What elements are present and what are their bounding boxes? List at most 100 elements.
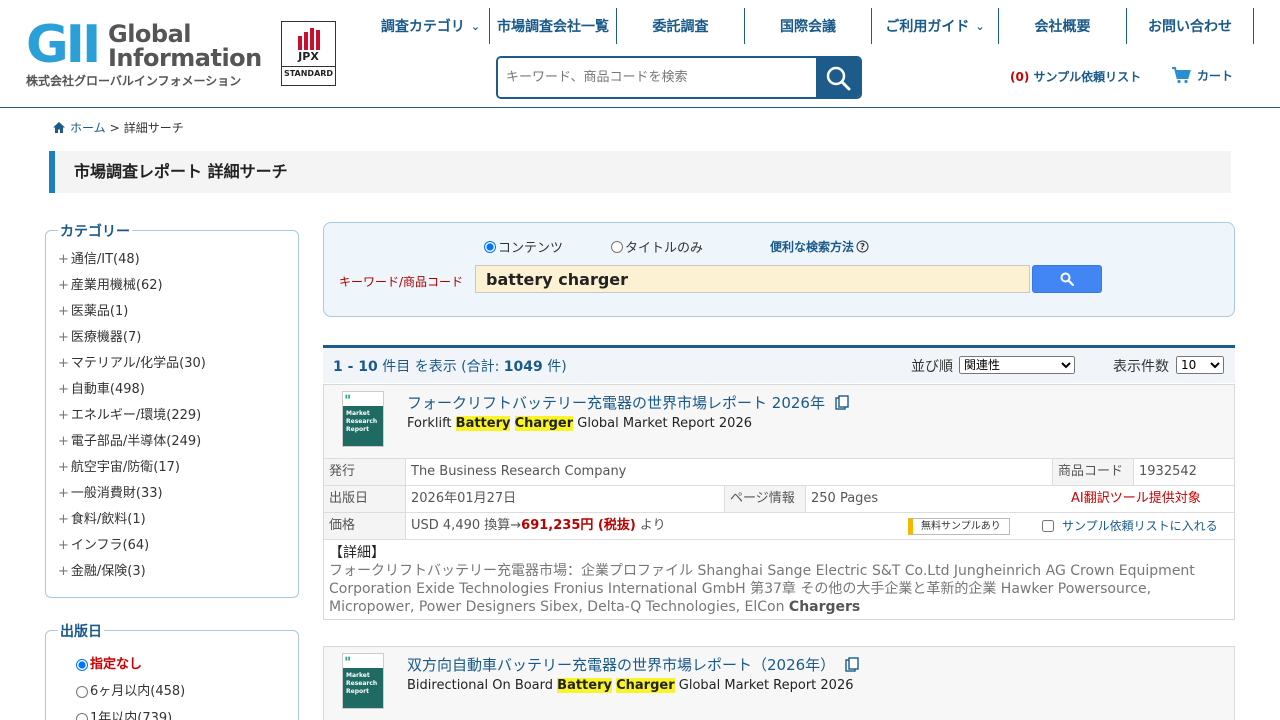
breadcrumb-current: 詳細サーチ — [123, 121, 184, 135]
chevron-down-icon: ⌄ — [975, 19, 985, 33]
breadcrumb: ホーム > 詳細サーチ — [52, 119, 184, 136]
logo-mark: GII — [26, 15, 101, 75]
logo-name-line1: Global — [108, 20, 192, 48]
site-header: GII Global Information 株式会社グローバルインフォメーショ… — [0, 0, 1280, 108]
pubdate-radio[interactable] — [76, 685, 88, 698]
plus-icon: + — [58, 512, 69, 527]
category-item[interactable]: + 一般消費財(33) — [58, 481, 206, 507]
sample-count: (0) — [1010, 70, 1030, 84]
plus-icon: + — [58, 434, 69, 449]
report-title-en: Bidirectional On Board Battery Charger G… — [407, 678, 854, 693]
keyword-label: キーワード/商品コード — [339, 275, 464, 289]
pubdate-option-1year[interactable]: 1年以内(739) — [76, 705, 185, 720]
report-detail: 【詳細】 フォークリフトバッテリー充電器市場：企業プロファイル Shanghai … — [329, 545, 1195, 615]
plus-icon: + — [58, 278, 69, 293]
plus-icon: + — [58, 408, 69, 423]
copy-icon[interactable] — [835, 395, 849, 410]
category-item[interactable]: + エネルギー/環境(229) — [58, 403, 206, 429]
nav-research-companies[interactable]: 市場調査会社一覧 — [490, 8, 617, 44]
advanced-search-panel: コンテンツ タイトルのみ 便利な検索方法? キーワード/商品コード — [323, 222, 1235, 317]
plus-icon: + — [58, 330, 69, 345]
category-title: カテゴリー — [58, 221, 132, 241]
keyword-search-button[interactable] — [1032, 265, 1102, 293]
plus-icon: + — [58, 460, 69, 475]
report-title-link[interactable]: フォークリフトバッテリー充電器の世界市場レポート 2026年 — [407, 392, 849, 413]
category-item[interactable]: + 自動車(498) — [58, 377, 206, 403]
nav-conferences[interactable]: 国際会議 — [745, 8, 872, 44]
category-item[interactable]: + 産業用機械(62) — [58, 273, 206, 299]
category-item[interactable]: + 航空宇宙/防衛(17) — [58, 455, 206, 481]
nav-research-category[interactable]: 調査カテゴリ ⌄ — [372, 8, 490, 44]
pubdate-option-any[interactable]: 指定なし — [76, 651, 185, 678]
pubdate-filter: 出版日 指定なし 6ヶ月以内(458) 1年以内(739) — [45, 621, 299, 720]
keyword-input[interactable] — [475, 265, 1030, 293]
search-icon — [1060, 272, 1074, 286]
category-item[interactable]: + 医療機器(7) — [58, 325, 206, 351]
nav-custom-research[interactable]: 委託調査 — [617, 8, 745, 44]
sample-request-list-link[interactable]: (0) サンプル依頼リスト — [1010, 68, 1141, 85]
ai-translation-badge: AI翻訳ツール提供対象 — [1071, 491, 1201, 506]
plus-icon: + — [58, 356, 69, 371]
copy-icon[interactable] — [845, 657, 859, 672]
category-item[interactable]: + 食料/飲料(1) — [58, 507, 206, 533]
header-search-button[interactable] — [816, 58, 860, 97]
perpage-select[interactable]: 10 — [1176, 356, 1224, 374]
price: USD 4,490 換算→691,235円 (税抜) より — [411, 518, 666, 533]
nav-guide[interactable]: ご利用ガイド ⌄ — [872, 8, 999, 44]
scope-contents[interactable]: コンテンツ — [484, 237, 563, 256]
plus-icon: + — [58, 564, 69, 579]
page-count: 250 Pages — [811, 491, 879, 506]
plus-icon: + — [58, 304, 69, 319]
cart-link[interactable]: カート — [1171, 66, 1233, 84]
category-item[interactable]: + インフラ(64) — [58, 533, 206, 559]
help-icon: ? — [856, 240, 869, 253]
report-title-link[interactable]: 双方向自動車バッテリー充電器の世界市場レポート（2026年） — [407, 654, 859, 675]
page-title: 市場調査レポート 詳細サーチ — [49, 151, 1231, 193]
results-bar: 1 - 10 件目 を表示 (合計: 1049 件) 並び順 関連性 表示件数 … — [323, 345, 1235, 383]
free-sample-tag: 無料サンプルあり — [908, 518, 1010, 535]
breadcrumb-home[interactable]: ホーム — [70, 119, 106, 136]
header-search — [496, 56, 862, 99]
nav-company[interactable]: 会社概要 — [999, 8, 1127, 44]
report-thumbnail[interactable]: ▮▮ Market Research Report — [342, 653, 384, 709]
category-item[interactable]: + 電子部品/半導体(249) — [58, 429, 206, 455]
publish-date: 2026年01月27日 — [411, 491, 517, 506]
logo-name-line2: Information — [108, 44, 262, 72]
pubdate-radio[interactable] — [76, 658, 88, 671]
home-icon — [53, 122, 65, 133]
main-nav: 調査カテゴリ ⌄ 市場調査会社一覧 委託調査 国際会議 ご利用ガイド ⌄ 会社概要 … — [372, 8, 1254, 44]
logo-subtitle: 株式会社グローバルインフォメーション — [26, 74, 242, 88]
pubdate-option-6months[interactable]: 6ヶ月以内(458) — [76, 678, 185, 705]
cart-icon — [1172, 67, 1191, 84]
perpage-label: 表示件数 — [1113, 359, 1169, 375]
jpx-standard-badge: JPX STANDARD — [281, 21, 336, 86]
report-header: ▮▮ Market Research Report フォークリフトバッテリー充電器の… — [324, 385, 1234, 459]
report-thumbnail[interactable]: ▮▮ Market Research Report — [342, 391, 384, 447]
publisher-name[interactable]: The Business Research Company — [406, 459, 1052, 485]
breadcrumb-separator: > — [109, 120, 120, 135]
nav-contact[interactable]: お問い合わせ — [1127, 8, 1254, 44]
category-item[interactable]: + 金融/保険(3) — [58, 559, 206, 585]
scope-contents-radio[interactable] — [484, 240, 496, 253]
report-card: ▮▮ Market Research Report 双方向自動車バッテリー充電器の世… — [323, 646, 1235, 720]
sort-label: 並び順 — [911, 359, 953, 375]
report-title-en: Forklift Battery Charger Global Market R… — [407, 416, 752, 431]
pubdate-radio[interactable] — [76, 712, 88, 720]
scope-title-only[interactable]: タイトルのみ — [611, 237, 703, 256]
category-item[interactable]: + 通信/IT(48) — [58, 247, 206, 273]
chevron-down-icon: ⌄ — [470, 19, 481, 33]
search-tips-link[interactable]: 便利な検索方法? — [770, 238, 869, 255]
svg-text:?: ? — [860, 243, 865, 253]
sample-checkbox[interactable] — [1042, 520, 1054, 532]
report-card: ▮▮ Market Research Report フォークリフトバッテリー充電器の… — [323, 384, 1235, 620]
sort-select[interactable]: 関連性 — [959, 356, 1075, 374]
pubdate-title: 出版日 — [58, 621, 104, 641]
category-item[interactable]: + 医薬品(1) — [58, 299, 206, 325]
scope-title-radio[interactable] — [611, 240, 624, 253]
header-search-input[interactable] — [498, 58, 818, 97]
category-item[interactable]: + マテリアル/化学品(30) — [58, 351, 206, 377]
search-icon — [826, 66, 851, 90]
plus-icon: + — [58, 382, 69, 397]
add-to-sample-list[interactable]: サンプル依頼リストに入れる — [1042, 513, 1218, 539]
gii-logo[interactable]: GII Global Information 株式会社グローバルインフォメーショ… — [26, 15, 262, 90]
